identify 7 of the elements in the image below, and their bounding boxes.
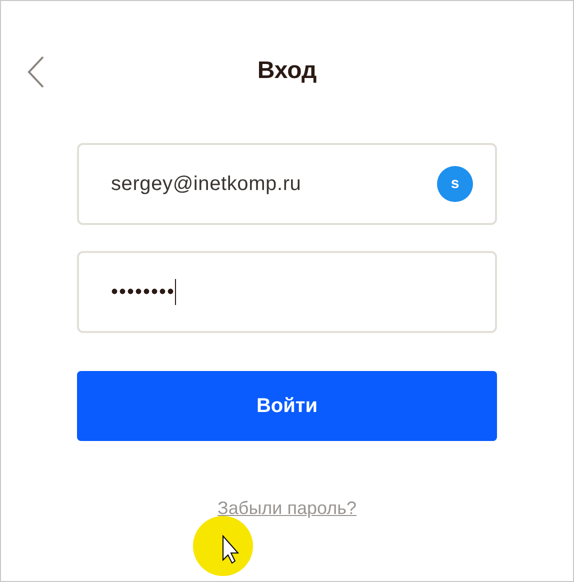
back-icon[interactable] [27, 56, 45, 88]
email-field[interactable]: sergey@inetkomp.ru s [77, 143, 497, 225]
login-button[interactable]: Войти [77, 371, 497, 441]
page-title: Вход [257, 56, 317, 86]
password-field[interactable]: •••••••• [77, 251, 497, 333]
user-avatar: s [437, 166, 473, 202]
cursor-highlight-drawing [193, 516, 253, 576]
